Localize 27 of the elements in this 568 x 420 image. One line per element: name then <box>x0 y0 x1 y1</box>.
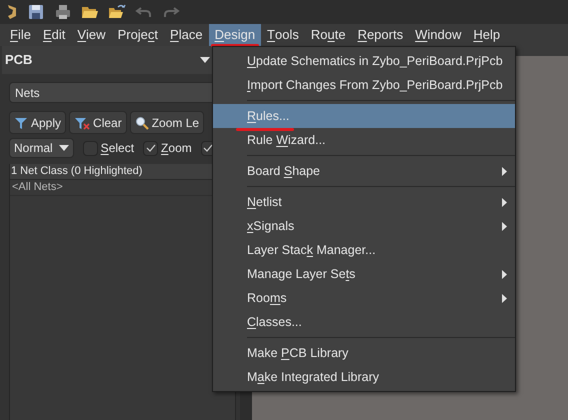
toolbar-button[interactable]: Zoom Le <box>130 111 204 134</box>
menu-bar-item[interactable]: Place <box>164 24 209 46</box>
menu-bar-item[interactable]: File <box>4 24 37 46</box>
menu-item[interactable]: Make PCB Library <box>213 341 515 365</box>
toolbar-button[interactable]: Clear <box>69 111 127 134</box>
menu-item[interactable]: xSignals <box>213 214 515 238</box>
checkbox-label: Zoom <box>161 140 192 157</box>
menu-bar-item[interactable]: Reports <box>352 24 410 46</box>
view-mode-dropdown[interactable]: Normal <box>9 138 74 158</box>
menu-bar-item[interactable]: View <box>71 24 112 46</box>
menu-bar-item[interactable]: Route <box>304 24 352 46</box>
menu-bar-item[interactable]: Edit <box>36 24 72 46</box>
menu-item[interactable]: Make Integrated Library <box>213 365 515 389</box>
menu-bar-item[interactable]: Tools <box>261 24 305 46</box>
menu-item[interactable]: Classes... <box>213 310 515 334</box>
menu-bar-item[interactable]: Help <box>467 24 506 46</box>
panel-title: PCB <box>5 51 32 70</box>
menu-item[interactable]: Manage Layer Sets <box>213 262 515 286</box>
checkbox-label: Select <box>100 140 134 157</box>
menu-bar-item[interactable]: Window <box>409 24 468 46</box>
menu-item[interactable]: Rule Wizard... <box>213 128 515 152</box>
menu-item[interactable]: Update Schematics in Zybo_PeriBoard.PrjPcb <box>213 49 515 73</box>
menu-item[interactable]: Rooms <box>213 286 515 310</box>
menu-bar-item[interactable]: Design <box>208 24 262 46</box>
menu-item[interactable]: Layer Stack Manager... <box>213 238 515 262</box>
menu-bar-item[interactable]: Project <box>112 24 164 46</box>
toolbar-button[interactable]: Apply <box>9 111 66 134</box>
